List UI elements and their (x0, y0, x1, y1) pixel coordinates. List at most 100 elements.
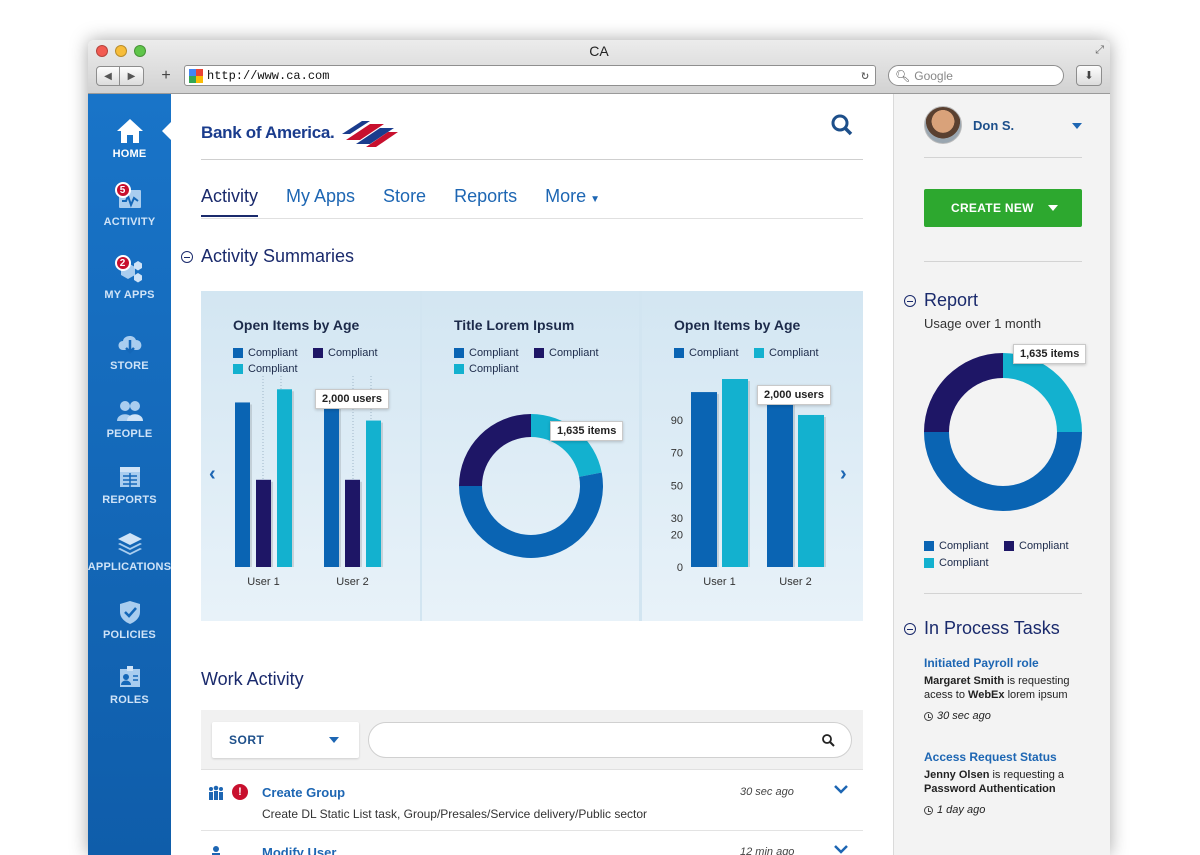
reload-icon[interactable]: ↻ (861, 68, 869, 83)
create-new-button[interactable]: CREATE NEW (924, 189, 1082, 227)
add-bookmark-button[interactable]: + (156, 66, 176, 86)
task-timestamp: 30 sec ago (937, 710, 991, 722)
task-time: 30 sec ago (924, 710, 1089, 722)
donut-chart-1 (459, 414, 603, 558)
carousel-next-button[interactable]: › (840, 463, 847, 486)
legend-item: Compliant (924, 540, 1004, 552)
tab-label: Activity (201, 186, 259, 206)
tab-store[interactable]: Store (383, 186, 426, 217)
site-search-button[interactable] (831, 114, 853, 141)
table-row[interactable]: ! Create Group Create DL Static List tas… (201, 771, 863, 831)
task-title[interactable]: Initiated Payroll role (924, 656, 1089, 670)
sidebar-item-store[interactable]: STORE (88, 328, 171, 372)
section-title: Activity Summaries (201, 246, 355, 266)
y-tick-label: 90 (671, 415, 683, 427)
sidebar-label: PEOPLE (106, 428, 153, 440)
search-icon (831, 114, 853, 136)
chart-tooltip: 2,000 users (757, 385, 831, 405)
chart-panel-2: Title Lorem Ipsum Compliant Compliant Co… (422, 291, 639, 621)
app-sidebar: HOME 5 ACTIVITY 2 MY APPS STORE PEOPLE R… (88, 94, 171, 855)
chart-bar (691, 392, 717, 567)
bar-shadow (271, 481, 273, 567)
header-divider (201, 159, 863, 160)
chart-tooltip: 2,000 users (315, 389, 389, 409)
url-bar[interactable]: http://www.ca.com ↻ (184, 65, 876, 86)
expand-chevron-icon[interactable] (833, 783, 849, 795)
avatar[interactable] (924, 106, 962, 144)
donut-slice (459, 414, 531, 486)
legend-item: Compliant (924, 557, 1004, 569)
y-tick-label: 30 (671, 513, 683, 525)
activity-summaries-header[interactable]: Activity Summaries (181, 246, 354, 267)
chart-panel-3: Open Items by Age Compliant Compliant 02… (642, 291, 863, 621)
search-placeholder: Google (914, 68, 953, 83)
collapse-icon (181, 250, 193, 263)
applications-icon (115, 529, 145, 559)
group-icon (209, 785, 223, 800)
tab-label: More (545, 186, 587, 206)
sidebar-label: ROLES (110, 694, 149, 706)
bar-chart-1: User 1 User 2 (235, 376, 383, 588)
create-new-label: CREATE NEW (951, 201, 1034, 215)
sidebar-item-applications[interactable]: APPLICATIONS (88, 529, 171, 573)
bar-shadow (339, 404, 341, 567)
donut-slice (924, 353, 1003, 432)
sidebar-item-home[interactable]: HOME (88, 116, 171, 160)
chart-bar (767, 401, 793, 567)
browser-search-field[interactable]: 🔍︎ Google (888, 65, 1064, 86)
bar-shadow (824, 416, 826, 567)
home-icon (115, 116, 145, 146)
tabs-divider (201, 218, 863, 219)
task-target: Password Authentication (924, 783, 1056, 795)
tab-my-apps[interactable]: My Apps (286, 186, 355, 217)
legend-label: Compliant (939, 540, 989, 552)
sidebar-item-roles[interactable]: ROLES (88, 662, 171, 706)
donut-slice (924, 432, 1082, 511)
legend-swatch (924, 541, 934, 551)
user-name[interactable]: Don S. (973, 118, 1014, 133)
task-item[interactable]: Initiated Payroll role Margaret Smith is… (924, 656, 1089, 722)
right-panel: Don S. CREATE NEW Report Usage over 1 mo… (893, 94, 1110, 855)
task-title[interactable]: Access Request Status (924, 750, 1089, 764)
store-icon (115, 328, 145, 358)
activity-icon: 5 (114, 182, 145, 214)
in-process-tasks-header[interactable]: In Process Tasks (904, 618, 1060, 639)
row-title[interactable]: Create Group (262, 785, 345, 800)
sidebar-item-activity[interactable]: 5 ACTIVITY (88, 182, 171, 228)
tab-activity[interactable]: Activity (201, 186, 259, 217)
sort-dropdown[interactable]: SORT (212, 722, 359, 758)
task-description: Jenny Olsen is requesting a Password Aut… (924, 768, 1089, 796)
browser-titlebar: CA ⤢ ◀ ▶ + http://www.ca.com ↻ 🔍︎ Google… (88, 40, 1110, 94)
bar-shadow (793, 403, 795, 567)
report-header[interactable]: Report (904, 290, 978, 311)
table-row[interactable]: Modify User 12 min ago (201, 831, 863, 855)
sidebar-item-policies[interactable]: POLICIES (88, 597, 171, 641)
sidebar-item-people[interactable]: PEOPLE (88, 396, 171, 440)
divider (924, 261, 1082, 262)
row-timestamp: 12 min ago (740, 846, 795, 855)
y-tick-label: 20 (671, 529, 683, 541)
fullscreen-icon[interactable]: ⤢ (1095, 44, 1104, 57)
chevron-down-icon[interactable] (1072, 123, 1082, 129)
tab-more[interactable]: More ▼ (545, 186, 600, 217)
back-button[interactable]: ◀ (96, 66, 120, 86)
bank-of-america-logo[interactable]: Bank of America. (201, 118, 402, 148)
row-title[interactable]: Modify User (262, 845, 336, 855)
expand-chevron-icon[interactable] (833, 843, 849, 855)
work-activity-toolbar: SORT (201, 710, 863, 770)
forward-button[interactable]: ▶ (120, 66, 144, 86)
activity-summaries-carousel: Open Items by Age Compliant Compliant Co… (201, 291, 863, 621)
legend-item: Compliant (1004, 540, 1084, 552)
downloads-button[interactable]: ⬇ (1076, 65, 1102, 86)
chart-bar (324, 402, 339, 567)
tab-reports[interactable]: Reports (454, 186, 517, 217)
work-activity-header: Work Activity (201, 669, 304, 690)
legend-label: Compliant (939, 557, 989, 569)
work-activity-search-input[interactable] (368, 722, 852, 758)
chart-bar (798, 414, 824, 567)
sidebar-item-my-apps[interactable]: 2 MY APPS (88, 255, 171, 301)
task-item[interactable]: Access Request Status Jenny Olsen is req… (924, 750, 1089, 816)
history-nav: ◀ ▶ (96, 66, 144, 86)
carousel-prev-button[interactable]: ‹ (209, 463, 216, 486)
sidebar-item-reports[interactable]: REPORTS (88, 462, 171, 506)
